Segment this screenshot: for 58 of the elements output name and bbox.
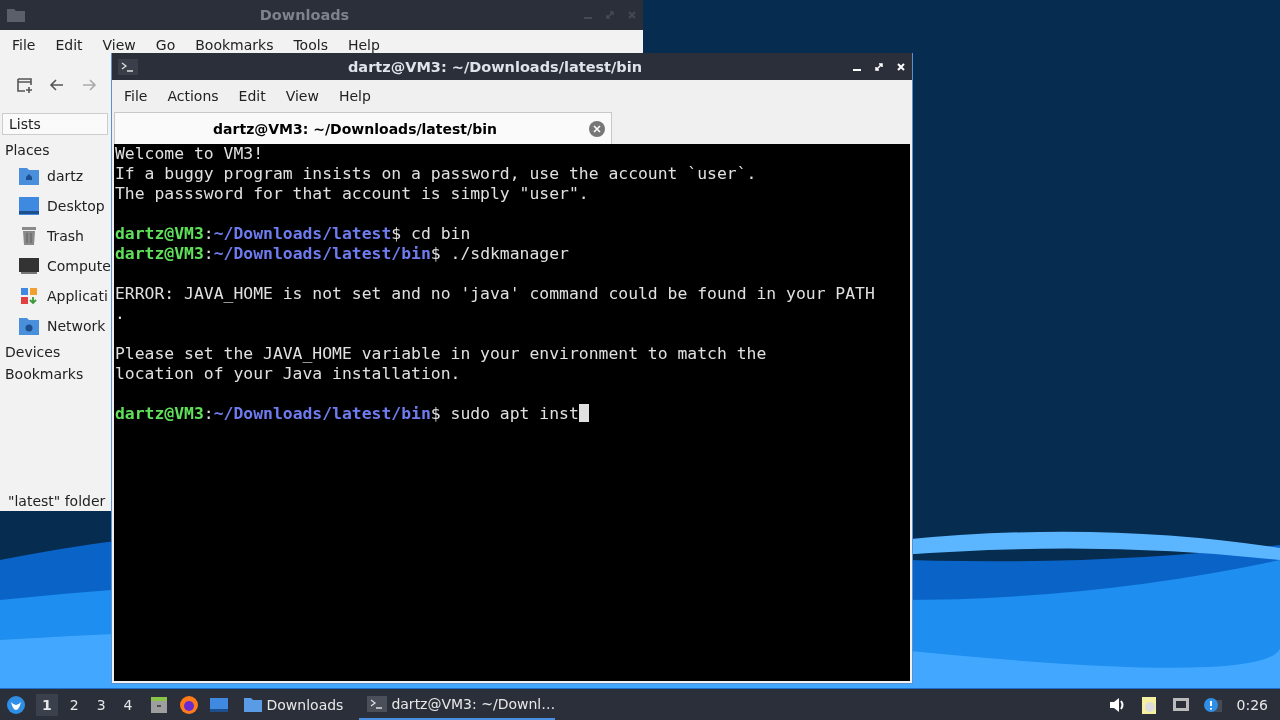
prompt-line: dartz@VM3:~/Downloads/latest/bin$ ./sdkmanager — [115, 244, 570, 264]
menu-item[interactable]: Actions — [157, 86, 229, 106]
terminal-line: . — [115, 304, 126, 324]
sidebar-tab[interactable]: Lists — [2, 113, 108, 135]
menu-item[interactable]: File — [2, 35, 46, 55]
section-header[interactable]: Bookmarks — [0, 363, 108, 385]
terminal-tab[interactable]: dartz@VM3: ~/Downloads/latest/bin — [114, 112, 612, 144]
task-button[interactable]: Downloads — [234, 689, 352, 720]
terminal-line: Welcome to VM3! — [115, 144, 265, 164]
menu-item[interactable]: File — [114, 86, 158, 106]
network-folder-icon — [18, 316, 40, 336]
menu-item[interactable]: Bookmarks — [185, 35, 284, 55]
terminal-line: Please set the JAVA_HOME variable in your environment to match the — [115, 344, 768, 364]
section-header[interactable]: Devices — [0, 341, 108, 363]
menu-item[interactable]: Help — [328, 86, 381, 106]
menu-item[interactable]: Edit — [45, 35, 93, 55]
sidebar-item[interactable]: Network — [0, 311, 108, 341]
prompt-line: dartz@VM3:~/Downloads/latest/bin$ sudo apt inst — [115, 404, 909, 424]
browser-icon[interactable] — [178, 694, 199, 715]
workspace-button[interactable]: 3 — [90, 693, 112, 716]
sidebar-item[interactable]: Trash — [0, 221, 108, 251]
prompt-line: dartz@VM3:~/Downloads/latest$ cd bin — [115, 224, 472, 244]
sidebar-item[interactable]: dartz — [0, 161, 108, 191]
sidebar-item[interactable]: Applicati — [0, 281, 108, 311]
workspace-button[interactable]: 1 — [36, 693, 58, 716]
file-cabinet-icon[interactable] — [148, 694, 169, 715]
terminal-line: If a buggy program insists on a password, use the account `user`. — [115, 164, 758, 184]
home-folder-icon — [18, 166, 40, 186]
menu-item[interactable]: View — [275, 86, 329, 106]
new-window-icon[interactable] — [16, 76, 34, 94]
applications-icon — [18, 286, 40, 306]
section-header[interactable]: Places — [0, 139, 108, 161]
close-tab-icon[interactable] — [589, 120, 605, 137]
status-text: "latest" folder — [7, 493, 107, 511]
terminal-line: The passsword for that account is simply "user". — [115, 184, 590, 204]
task-button[interactable]: dartz@VM3: ~/Downl… — [359, 689, 556, 720]
menu-item[interactable]: Go — [145, 35, 186, 55]
terminal-screen[interactable] — [114, 144, 910, 681]
workspace-button[interactable]: 2 — [63, 693, 85, 716]
sidebar-item[interactable]: Desktop — [0, 191, 108, 221]
menu-item[interactable]: Help — [337, 35, 390, 55]
menu-item[interactable]: Tools — [283, 35, 338, 55]
terminal-line: location of your Java installation. — [115, 364, 462, 384]
terminal-line: ERROR: JAVA_HOME is not set and no 'java' command could be found in your PATH — [115, 284, 876, 304]
workspace-button[interactable]: 4 — [117, 693, 139, 716]
folder-icon — [6, 7, 26, 23]
menu-item[interactable]: Edit — [228, 86, 276, 106]
menu-item[interactable]: View — [92, 35, 146, 55]
clock: 0:26 — [1236, 696, 1268, 713]
terminal-icon — [118, 58, 138, 75]
computer-icon — [18, 256, 40, 276]
window-title: Downloads — [258, 7, 351, 23]
sidebar-item[interactable]: Compute — [0, 251, 108, 281]
window-title: dartz@VM3: ~/Downloads/latest/bin — [347, 58, 643, 75]
desktop-icon — [18, 196, 40, 216]
terminal-icon — [367, 695, 388, 712]
start-menu-icon[interactable] — [6, 694, 26, 715]
folder-icon — [242, 696, 263, 713]
